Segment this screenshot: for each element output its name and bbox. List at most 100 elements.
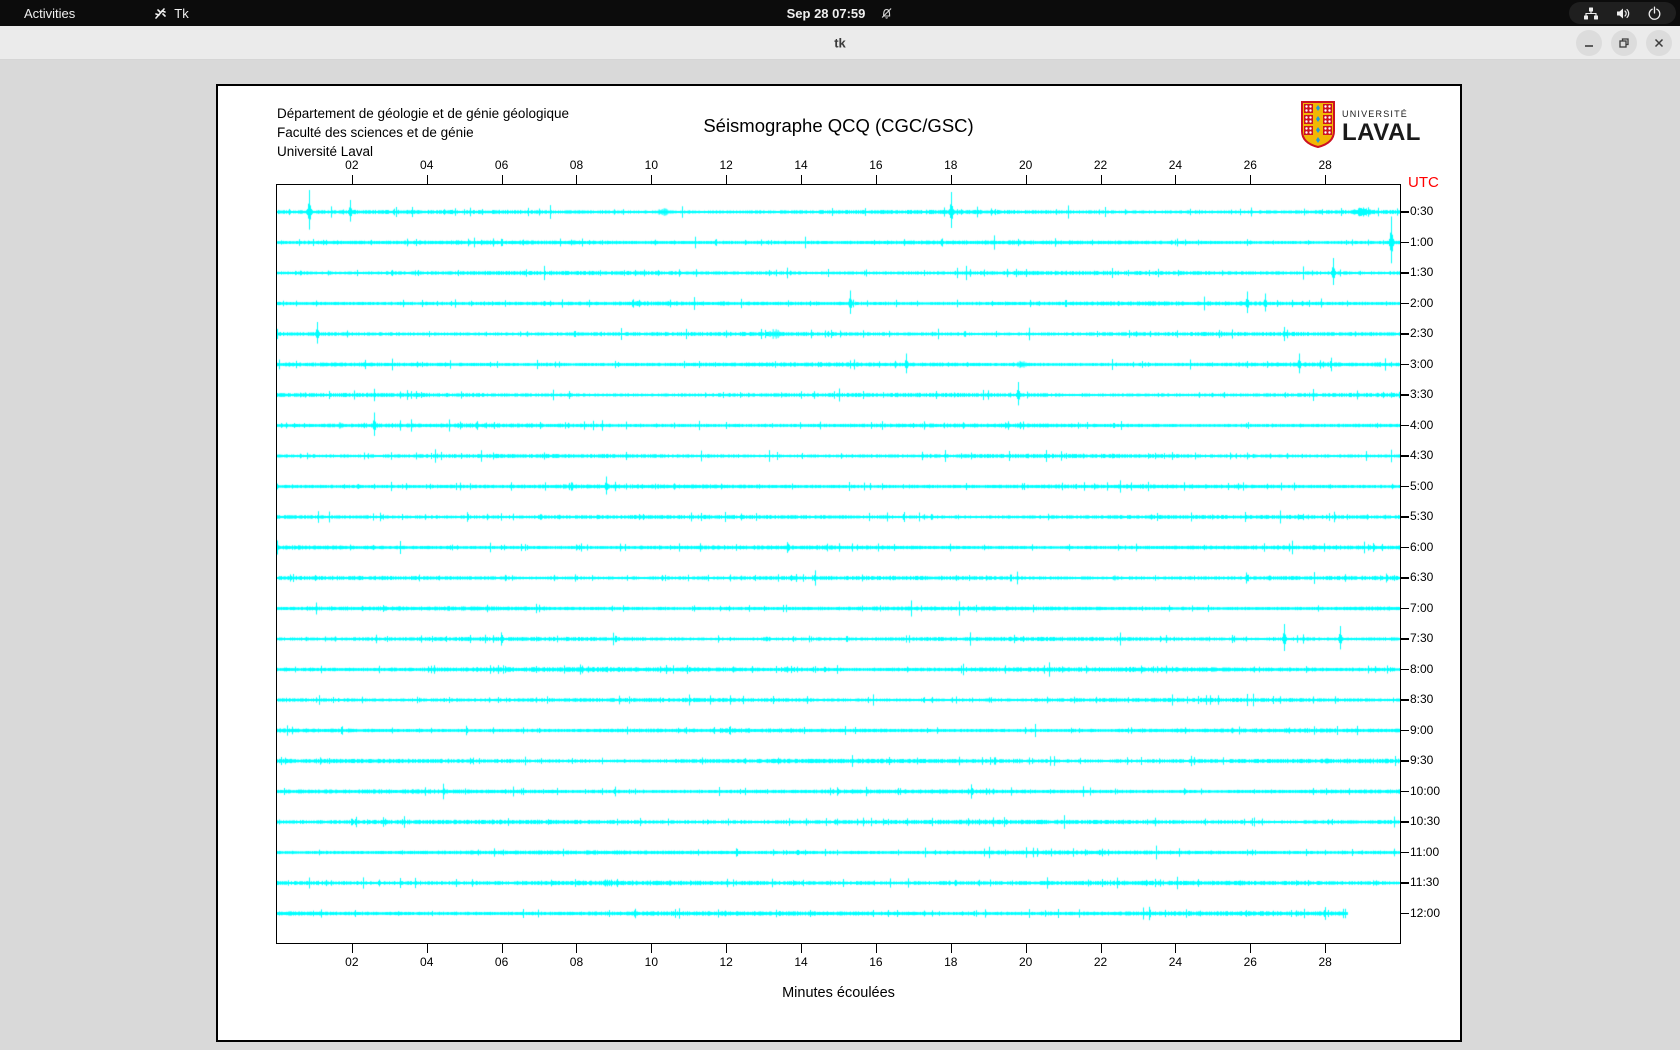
x-tick-bottom — [426, 944, 428, 953]
x-axis-title: Minutes écoulées — [782, 985, 895, 1001]
x-tick-top — [576, 175, 578, 184]
utc-row-label: 5:30 — [1410, 509, 1434, 523]
page-title: Séismographe QCQ (CGC/GSC) — [703, 115, 974, 136]
x-tick-bottom — [801, 944, 803, 953]
utc-row-tick — [1401, 912, 1409, 914]
x-tick-top — [1250, 175, 1252, 184]
x-tick-bottom-label: 24 — [1168, 955, 1183, 969]
utc-row-label: 10:30 — [1410, 814, 1441, 828]
utc-row-tick — [1401, 211, 1409, 213]
logo-universite-text: UNIVERSITÉ — [1342, 108, 1409, 119]
utc-row-label: 3:00 — [1410, 356, 1434, 371]
x-tick-top — [801, 175, 803, 184]
x-tick-bottom-label: 16 — [869, 955, 883, 969]
x-tick-top-label: 14 — [794, 158, 808, 172]
utc-row-label: 1:30 — [1410, 265, 1434, 279]
utc-row-label: 8:00 — [1410, 661, 1434, 676]
utc-row-tick — [1401, 333, 1409, 335]
utc-row-tick — [1401, 577, 1409, 579]
system-tray[interactable] — [1569, 2, 1676, 24]
volume-icon — [1615, 6, 1631, 21]
x-tick-top — [501, 175, 503, 184]
notifications-disabled-icon — [879, 6, 893, 20]
x-tick-bottom-label: 28 — [1318, 955, 1332, 969]
x-tick-bottom — [1100, 944, 1102, 953]
utc-row-tick — [1401, 699, 1409, 701]
close-button[interactable] — [1646, 30, 1672, 56]
x-tick-top — [1325, 175, 1327, 184]
utc-row-label: 9:00 — [1410, 722, 1434, 737]
seismogram-canvas — [277, 185, 1400, 943]
utc-row-tick — [1401, 455, 1409, 457]
x-tick-top-label: 06 — [494, 158, 509, 172]
x-tick-top-label: 16 — [869, 158, 883, 172]
utc-row-label: 12:00 — [1410, 905, 1441, 920]
tk-app-label: Tk — [174, 5, 189, 21]
tk-window-content: Département de géologie et de génie géol… — [0, 60, 1680, 1050]
clock-text: Sep 28 07:59 — [786, 5, 866, 21]
x-tick-bottom — [1175, 944, 1177, 953]
x-tick-bottom — [1325, 944, 1327, 953]
x-tick-bottom-label: 10 — [644, 955, 659, 969]
x-tick-top-label: 18 — [944, 158, 958, 172]
utc-row-tick — [1401, 760, 1409, 762]
utc-row-label: 2:30 — [1410, 326, 1434, 340]
x-tick-top-label: 20 — [1018, 158, 1033, 172]
utc-row-tick — [1401, 363, 1409, 365]
utc-row-tick — [1401, 607, 1409, 609]
x-tick-bottom — [651, 944, 653, 953]
x-tick-top-label: 04 — [420, 158, 434, 172]
seismogram-plot-frame — [276, 184, 1401, 944]
utc-row-label: 4:30 — [1410, 448, 1434, 462]
utc-row-label: 3:30 — [1410, 387, 1434, 401]
utc-row-tick — [1401, 729, 1409, 731]
x-tick-bottom-label: 18 — [944, 955, 958, 969]
x-tick-top-label: 24 — [1168, 158, 1183, 172]
utc-row-tick — [1401, 638, 1409, 640]
tk-app-icon — [153, 6, 168, 21]
minimize-button[interactable] — [1576, 30, 1602, 56]
x-tick-bottom-label: 20 — [1018, 955, 1033, 969]
window-titlebar[interactable]: tk — [0, 26, 1680, 60]
activities-label: Activities — [24, 5, 76, 21]
logo-laval-text: LAVAL — [1342, 118, 1421, 146]
x-tick-top — [950, 175, 952, 184]
utc-row-label: 8:30 — [1410, 692, 1434, 706]
x-tick-bottom-label: 06 — [494, 955, 509, 969]
utc-row-label: 6:00 — [1410, 539, 1434, 554]
utc-row-tick — [1401, 821, 1409, 823]
power-icon — [1647, 6, 1662, 21]
activities-button[interactable]: Activities — [0, 0, 93, 26]
x-tick-top-label: 22 — [1093, 158, 1108, 172]
x-tick-bottom-label: 12 — [719, 955, 733, 969]
x-tick-bottom — [1025, 944, 1027, 953]
universite-laval-logo: UNIVERSITÉ LAVAL — [1301, 101, 1421, 153]
utc-row-tick — [1401, 516, 1409, 518]
utc-row-tick — [1401, 668, 1409, 670]
x-tick-top-label: 08 — [569, 158, 584, 172]
x-tick-bottom-label: 26 — [1243, 955, 1257, 969]
x-tick-bottom — [576, 944, 578, 953]
x-tick-top — [351, 175, 353, 184]
utc-row-label: 0:30 — [1410, 204, 1434, 218]
utc-row-label: 10:00 — [1410, 783, 1441, 798]
tk-app-menu[interactable]: Tk — [153, 5, 189, 21]
x-tick-bottom — [351, 944, 353, 953]
x-tick-bottom-label: 08 — [569, 955, 584, 969]
x-tick-bottom-label: 14 — [794, 955, 808, 969]
x-tick-top — [1100, 175, 1102, 184]
maximize-button[interactable] — [1611, 30, 1637, 56]
seismograph-page: Département de géologie et de génie géol… — [216, 84, 1462, 1042]
utc-row-label: 11:30 — [1410, 875, 1440, 889]
utc-row-label: 7:30 — [1410, 631, 1434, 645]
utc-row-tick — [1401, 272, 1409, 274]
window-title: tk — [834, 35, 846, 50]
x-tick-top — [726, 175, 728, 184]
utc-row-tick — [1401, 394, 1409, 396]
utc-row-tick — [1401, 424, 1409, 426]
x-tick-top-label: 26 — [1243, 158, 1257, 172]
x-tick-top-label: 12 — [719, 158, 733, 172]
clock-button[interactable]: Sep 28 07:59 — [787, 0, 894, 26]
laval-crest-icon — [1301, 101, 1335, 153]
utc-row-tick — [1401, 485, 1409, 487]
